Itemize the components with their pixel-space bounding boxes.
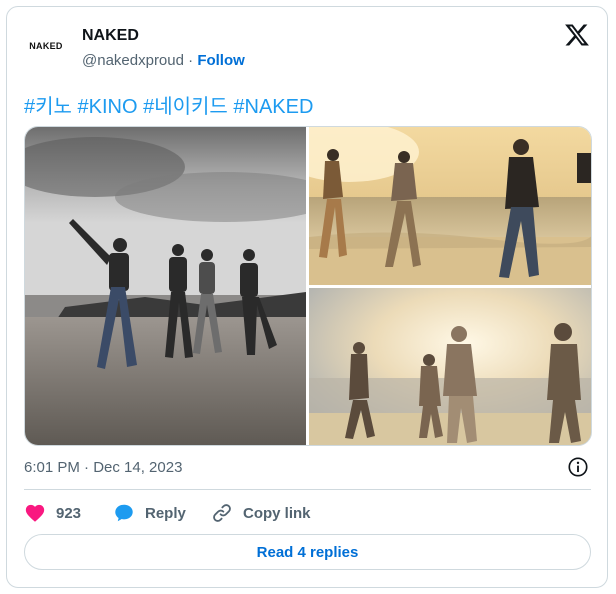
separator-dot: · [188, 52, 194, 69]
copy-link-button[interactable]: Copy link [211, 500, 311, 526]
handle-row: @nakedxproud · Follow [82, 52, 245, 69]
avatar-text: NAKED [29, 41, 63, 51]
hashtag-naked-korean[interactable]: #네이키드 [143, 96, 228, 118]
link-icon [213, 504, 231, 522]
hashtag-naked[interactable]: #NAKED [233, 96, 313, 118]
group-on-beach-photo[interactable] [25, 127, 306, 445]
read-replies-button[interactable]: Read 4 replies [24, 534, 591, 570]
x-logo-icon[interactable] [564, 22, 590, 48]
tweet-timestamp[interactable]: 6:01 PM · Dec 14, 2023 [24, 459, 182, 476]
like-button[interactable]: 923 [24, 500, 81, 526]
reply-label: Reply [145, 504, 186, 522]
copy-link-label: Copy link [243, 504, 311, 522]
author-name[interactable]: NAKED [82, 27, 139, 45]
reply-button[interactable]: Reply [113, 500, 186, 526]
sunset-silhouettes-photo[interactable] [309, 288, 591, 445]
running-on-beach-photo[interactable] [309, 127, 591, 285]
hashtag-kino[interactable]: #KINO [78, 96, 138, 118]
heart-icon [25, 504, 45, 522]
author-handle[interactable]: @nakedxproud [82, 52, 184, 69]
tweet-text: #키노 #KINO #네이키드 #NAKED [24, 90, 313, 119]
divider [24, 489, 591, 490]
hashtag-kino-korean[interactable]: #키노 [24, 96, 72, 118]
media-grid [24, 126, 592, 446]
like-count: 923 [56, 504, 82, 522]
avatar[interactable]: NAKED [22, 22, 70, 70]
follow-button[interactable]: Follow [197, 52, 245, 69]
speech-bubble-icon [115, 504, 133, 522]
info-icon[interactable] [567, 456, 589, 478]
